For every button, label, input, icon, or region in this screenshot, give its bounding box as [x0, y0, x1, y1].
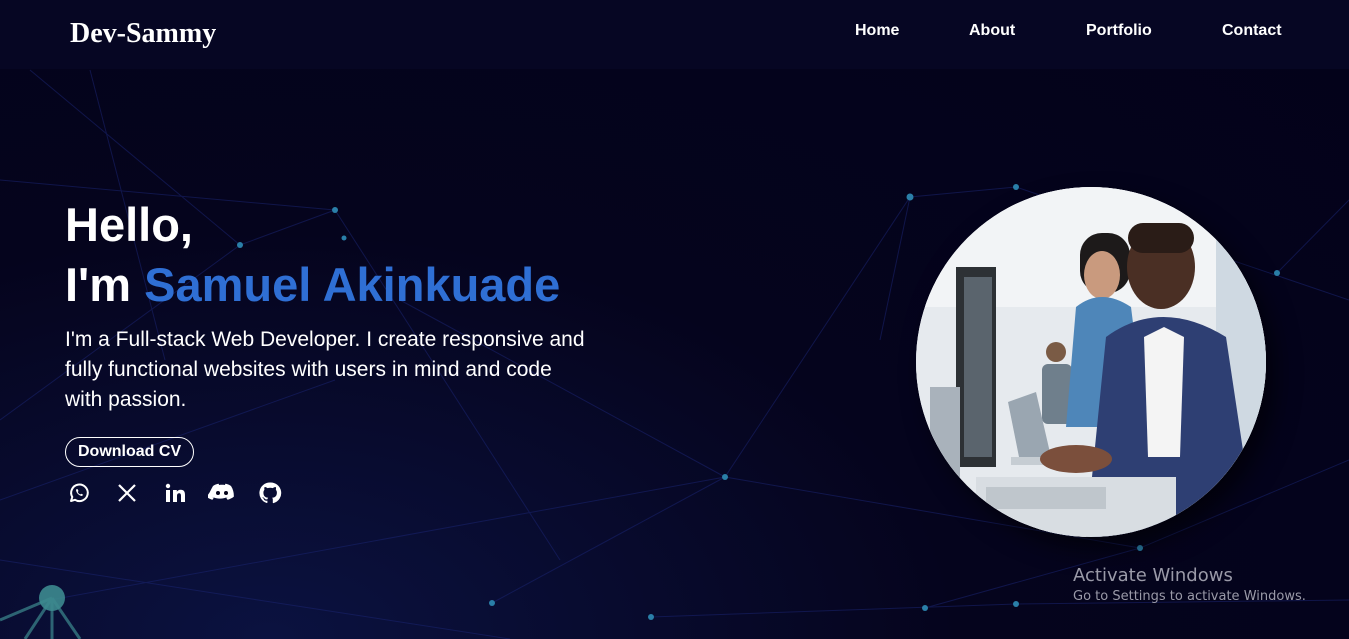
- hero-intro: I'm Samuel Akinkuade: [65, 255, 625, 315]
- github-icon[interactable]: [258, 481, 282, 505]
- x-twitter-icon[interactable]: [115, 481, 139, 505]
- developer-photo: [916, 187, 1266, 537]
- developer-photo-illustration: [916, 187, 1266, 537]
- nav-contact-link[interactable]: Contact: [1222, 22, 1282, 40]
- nav-home-link[interactable]: Home: [855, 22, 899, 40]
- hero-greeting: Hello,: [65, 198, 193, 251]
- whatsapp-icon[interactable]: [67, 481, 91, 505]
- nav-about-link[interactable]: About: [969, 22, 1015, 40]
- watermark-title: Activate Windows: [1073, 565, 1233, 586]
- linkedin-icon[interactable]: [163, 481, 187, 505]
- download-cv-button[interactable]: Download CV: [65, 437, 195, 467]
- discord-icon[interactable]: [208, 481, 236, 505]
- hero-description: I'm a Full-stack Web Developer. I create…: [65, 328, 585, 411]
- hero-intro-prefix: I'm: [65, 258, 132, 311]
- nav-links: Home About Portfolio Contact: [0, 22, 1349, 46]
- portfolio-page: Dev-Sammy Home About Portfolio Contact H…: [0, 0, 1349, 639]
- windows-activation-watermark: Activate Windows Go to Settings to activ…: [1073, 565, 1306, 607]
- nav-portfolio-link[interactable]: Portfolio: [1086, 22, 1152, 40]
- watermark-subtitle: Go to Settings to activate Windows.: [1073, 589, 1306, 604]
- navbar: Dev-Sammy Home About Portfolio Contact: [0, 0, 1349, 69]
- hero-name: Samuel Akinkuade: [144, 258, 561, 311]
- hero-section: Hello, I'm Samuel Akinkuade I'm a Full-s…: [65, 195, 625, 467]
